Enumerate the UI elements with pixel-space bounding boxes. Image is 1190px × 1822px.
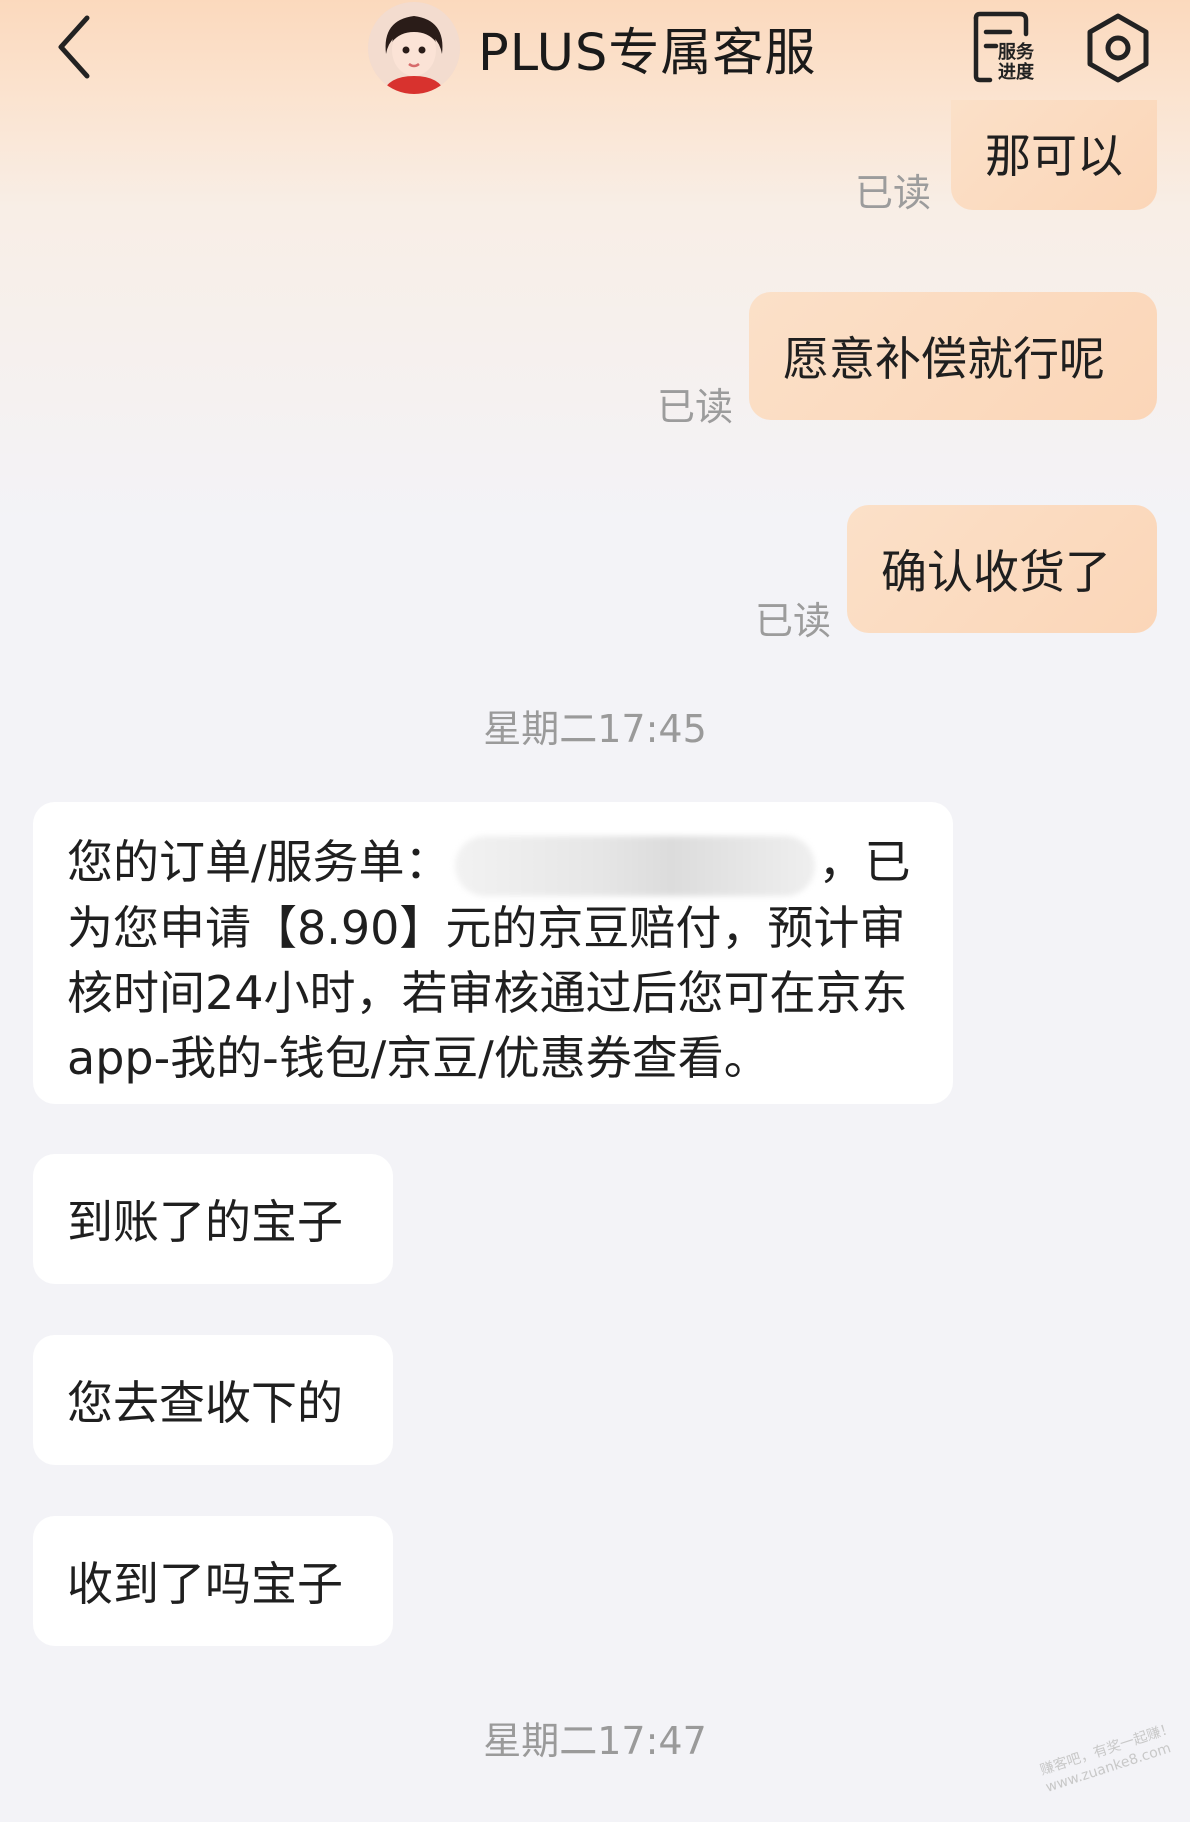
outgoing-message[interactable]: 愿意补偿就行呢 xyxy=(749,292,1157,420)
service-progress-button[interactable]: 服务 进度 xyxy=(968,10,1042,86)
message-text: 您去查收下的 xyxy=(67,1376,343,1430)
order-prefix: 您的订单/服务单： xyxy=(67,835,451,889)
chevron-left-icon xyxy=(58,15,90,79)
back-button[interactable] xyxy=(50,12,100,82)
progress-label-line2: 进度 xyxy=(998,61,1035,83)
settings-button[interactable] xyxy=(1082,10,1154,86)
outgoing-message[interactable]: 确认收货了 xyxy=(847,505,1157,633)
agent-avatar[interactable] xyxy=(368,1,460,94)
incoming-message[interactable]: 收到了吗宝子 xyxy=(33,1516,393,1646)
incoming-message[interactable]: 您的订单/服务单： ，已 为您申请【8.90】元的京豆赔付，预计审核时间24小时，… xyxy=(33,802,953,1104)
message-text: 收到了吗宝子 xyxy=(67,1557,343,1611)
redacted-order-number xyxy=(454,835,815,896)
outgoing-message[interactable]: 那可以 xyxy=(951,100,1157,210)
chat-title: PLUS专属客服 xyxy=(478,23,817,83)
read-status: 已读 xyxy=(755,599,832,643)
order-suffix: ，已 xyxy=(818,835,911,889)
message-text: 到账了的宝子 xyxy=(67,1195,343,1249)
timestamp: 星期二17:47 xyxy=(483,1719,707,1763)
timestamp: 星期二17:45 xyxy=(483,707,707,751)
incoming-message[interactable]: 到账了的宝子 xyxy=(33,1154,393,1284)
message-text: 愿意补偿就行呢 xyxy=(783,332,1105,386)
chat-title-area: PLUS专属客服 xyxy=(368,0,816,95)
message-text: 确认收货了 xyxy=(881,545,1111,599)
settings-hexagon-icon xyxy=(1087,13,1149,83)
service-progress-icon: 服务 进度 xyxy=(973,11,1035,83)
read-status: 已读 xyxy=(657,385,734,429)
progress-label-line1: 服务 xyxy=(998,41,1035,63)
read-status: 已读 xyxy=(855,171,932,215)
chat-header: PLUS专属客服 服务 进度 xyxy=(0,0,1190,100)
compensation-text: 为您申请【8.90】元的京豆赔付，预计审核时间24小时，若审核通过后您可在京东a… xyxy=(67,900,908,1085)
incoming-message[interactable]: 您去查收下的 xyxy=(33,1335,393,1465)
message-text: 那可以 xyxy=(985,129,1123,183)
